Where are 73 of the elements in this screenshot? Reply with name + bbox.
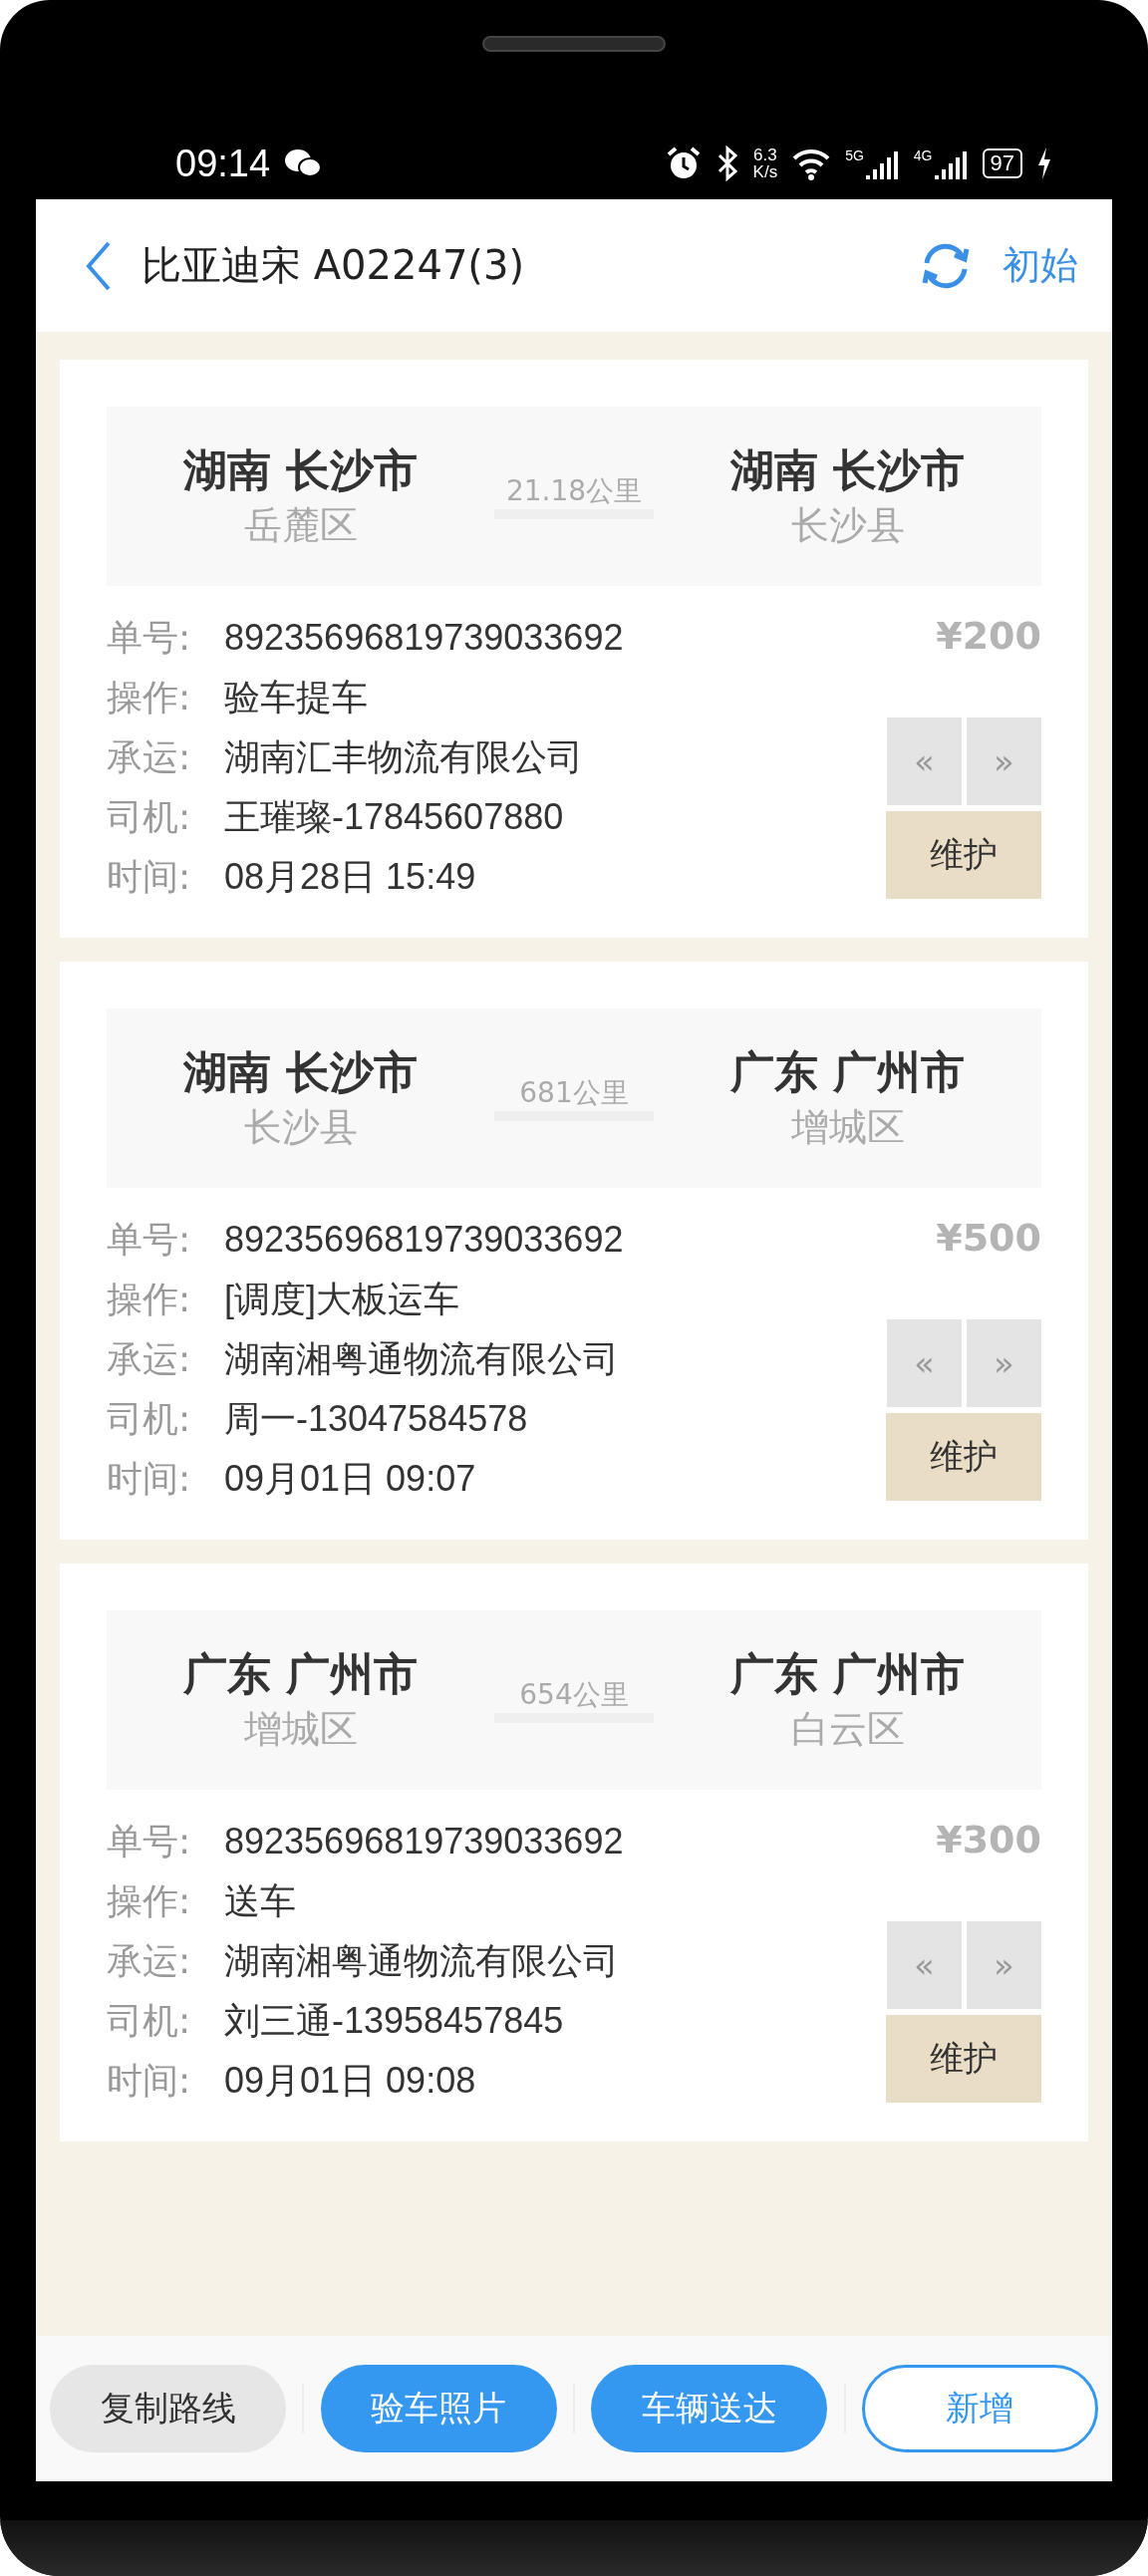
field-value: 王璀璨-17845607880 (224, 794, 564, 839)
network-type: 5G (845, 147, 864, 163)
next-button[interactable]: » (967, 717, 1041, 805)
destination-district: 增城区 (790, 1104, 905, 1151)
destination-city: 广东 广州市 (729, 1647, 966, 1701)
destination-district: 白云区 (790, 1706, 905, 1753)
previous-button[interactable]: « (887, 1319, 962, 1407)
field-value: [调度]大板运车 (224, 1277, 459, 1321)
origin-district: 岳麓区 (243, 502, 358, 549)
price: ¥300 (936, 1818, 1041, 1861)
reset-button[interactable]: 初始 (1003, 240, 1078, 291)
field-label: 操作: (107, 675, 192, 719)
origin-city: 湖南 长沙市 (182, 1045, 419, 1099)
origin-district: 长沙县 (243, 1104, 358, 1151)
network-speed: 6.3 K/s (752, 146, 778, 180)
next-button[interactable]: » (967, 1319, 1041, 1407)
field-label: 时间: (107, 2058, 192, 2103)
origin-district: 增城区 (243, 1706, 358, 1753)
field-label: 承运: (107, 1336, 192, 1381)
back-icon[interactable] (86, 240, 112, 291)
network-type: 4G (913, 147, 933, 163)
origin-city: 广东 广州市 (182, 1647, 419, 1701)
next-button[interactable]: » (967, 1921, 1041, 2009)
destination-city: 广东 广州市 (729, 1045, 966, 1099)
previous-button[interactable]: « (887, 1921, 962, 2009)
field-value: 验车提车 (224, 675, 368, 719)
field-value: 89235696819739033692 (224, 1821, 624, 1862)
charging-icon (1036, 147, 1052, 179)
previous-button[interactable]: « (887, 717, 962, 805)
origin-city: 湖南 长沙市 (182, 443, 419, 497)
field-label: 单号: (107, 1217, 192, 1262)
footer-button[interactable]: 新增 (861, 2365, 1098, 2452)
field-value: 08月28日 15:49 (224, 854, 476, 899)
chat-icon (284, 148, 323, 178)
price: ¥500 (936, 1216, 1041, 1260)
maintain-button[interactable]: 维护 (886, 811, 1041, 899)
footer-button[interactable]: 验车照片 (320, 2365, 557, 2452)
wifi-icon (791, 146, 832, 180)
field-label: 承运: (107, 734, 192, 779)
field-value: 周一-13047584578 (224, 1396, 528, 1441)
alarm-icon (665, 145, 702, 181)
field-value: 湖南湘粤通物流有限公司 (224, 1336, 619, 1381)
page-title: 比亚迪宋 A02247(3) (142, 241, 525, 290)
field-value: 送车 (224, 1878, 296, 1923)
field-label: 操作: (107, 1878, 192, 1923)
field-label: 承运: (107, 1938, 192, 1983)
distance: 654公里 (494, 1677, 654, 1723)
field-value: 湖南湘粤通物流有限公司 (224, 1938, 619, 1983)
field-label: 单号: (107, 615, 192, 660)
field-value: 89235696819739033692 (224, 617, 624, 659)
price: ¥200 (936, 614, 1041, 658)
destination-district: 长沙县 (790, 502, 905, 549)
field-value: 刘三通-13958457845 (224, 1998, 564, 2043)
field-value: 09月01日 09:07 (224, 1456, 476, 1501)
footer-button[interactable]: 复制路线 (50, 2365, 286, 2452)
field-label: 司机: (107, 794, 192, 839)
field-label: 司机: (107, 1998, 192, 2043)
maintain-button[interactable]: 维护 (886, 1413, 1041, 1501)
field-label: 单号: (107, 1819, 192, 1863)
field-label: 操作: (107, 1277, 192, 1321)
field-label: 时间: (107, 1456, 192, 1501)
battery-level: 97 (982, 148, 1022, 178)
maintain-button[interactable]: 维护 (886, 2015, 1041, 2103)
distance: 681公里 (494, 1075, 654, 1121)
distance: 21.18公里 (494, 473, 654, 519)
field-value: 湖南汇丰物流有限公司 (224, 734, 583, 779)
field-label: 司机: (107, 1396, 192, 1441)
field-label: 时间: (107, 854, 192, 899)
field-value: 89235696819739033692 (224, 1219, 624, 1261)
status-time: 09:14 (175, 142, 271, 185)
destination-city: 湖南 长沙市 (729, 443, 966, 497)
field-value: 09月01日 09:08 (224, 2058, 476, 2103)
footer-button[interactable]: 车辆送达 (591, 2365, 828, 2452)
